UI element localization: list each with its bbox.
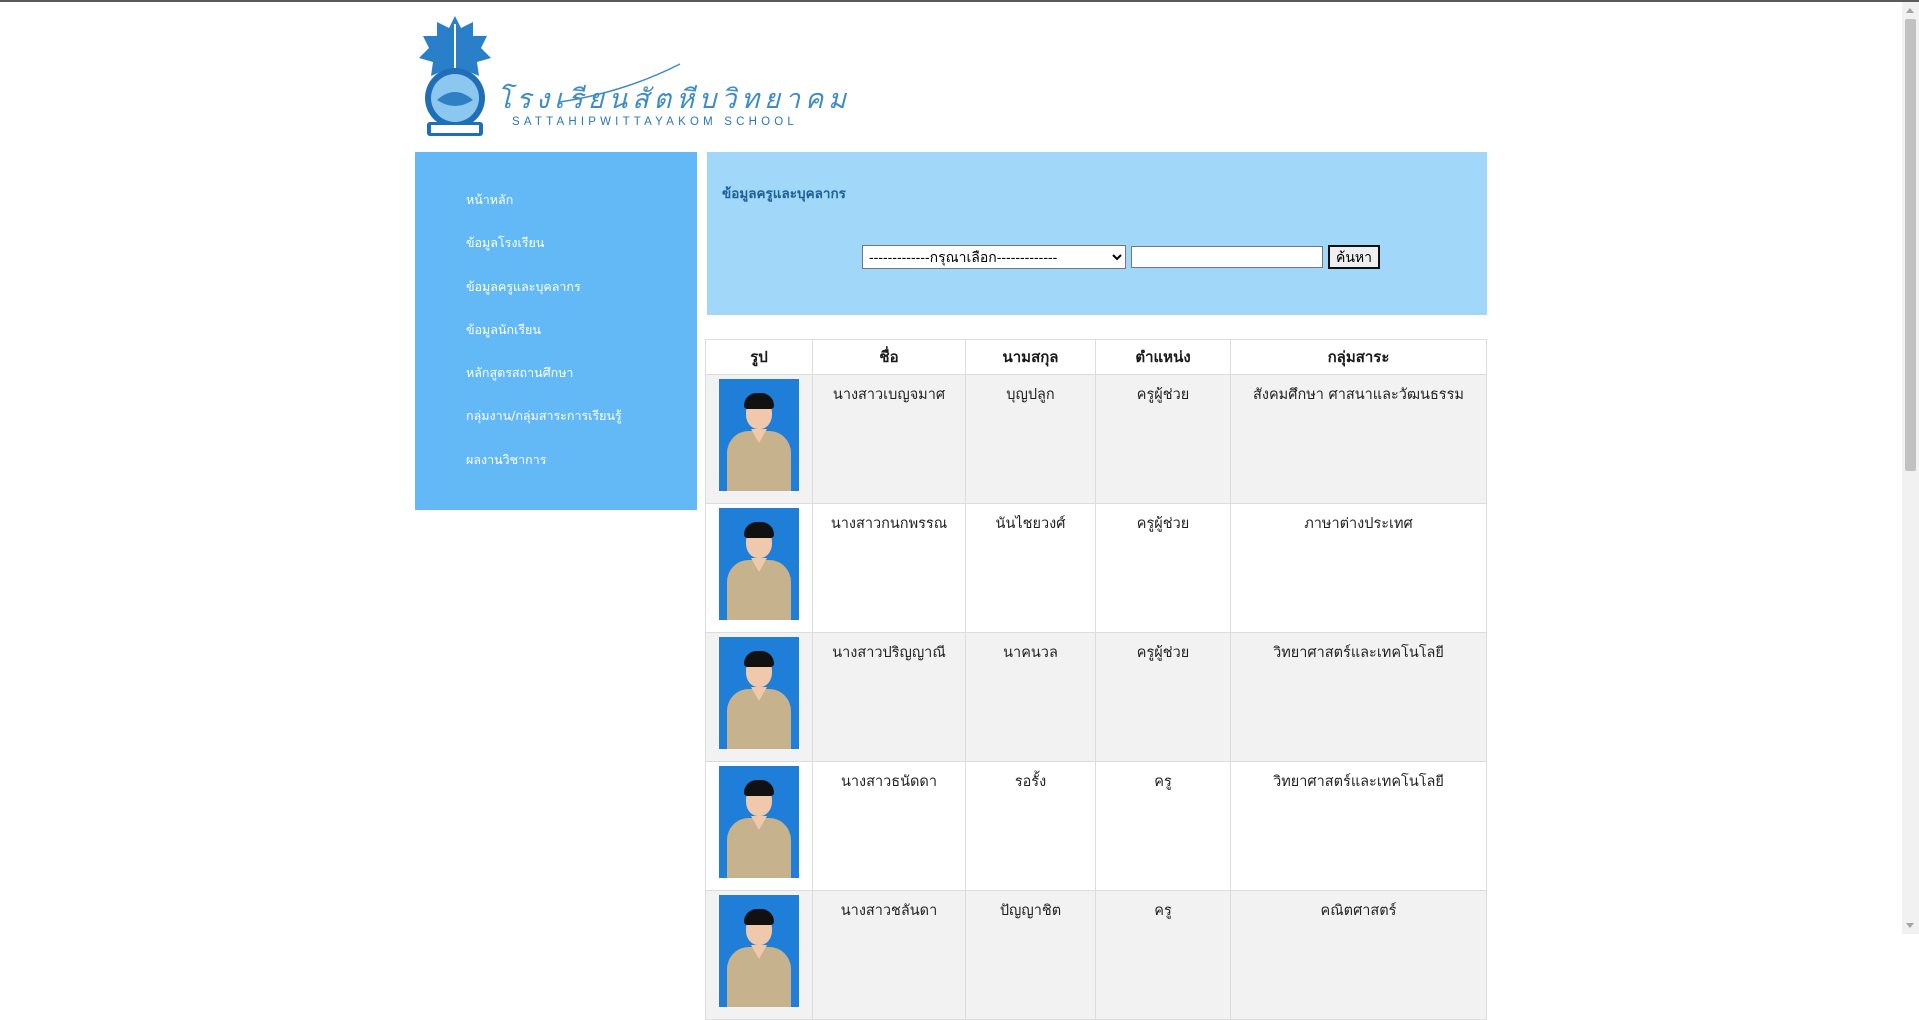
staff-photo	[719, 637, 799, 749]
subject-group-cell: ภาษาต่างประเทศ	[1230, 503, 1487, 633]
school-name-thai[interactable]: โรงเรียนสัตหีบวิทยาคม	[497, 77, 851, 120]
table-header-row: รูป ชื่อ นามสกุล ตำแหน่ง กลุ่มสาระ	[705, 339, 1487, 375]
sidebar-menu-list: หน้าหลัก ข้อมูลโรงเรียน ข้อมูลครูและบุคล…	[415, 152, 697, 493]
last-name-cell: บุญปลูก	[965, 374, 1096, 504]
table-row: นางสาวธนัดดา รอรั้ง ครู วิทยาศาสตร์และเท…	[705, 761, 1487, 891]
vertical-scrollbar[interactable]	[1902, 2, 1919, 934]
column-header-photo: รูป	[705, 339, 813, 375]
last-name-cell: นันไชยวงศ์	[965, 503, 1096, 633]
first-name-cell: นางสาวปริญญาณี	[812, 632, 966, 762]
site-header: โรงเรียนสัตหีบวิทยาคม SATTAHIPWITTAYAKOM…	[415, 2, 1487, 152]
position-cell: ครูผู้ช่วย	[1095, 374, 1231, 504]
last-name-cell: รอรั้ง	[965, 761, 1096, 891]
column-header-last-name: นามสกุล	[965, 339, 1096, 375]
page-container: โรงเรียนสัตหีบวิทยาคม SATTAHIPWITTAYAKOM…	[415, 2, 1487, 1020]
first-name-cell: นางสาวกนกพรรณ	[812, 503, 966, 633]
search-button[interactable]: ค้นหา	[1328, 245, 1381, 269]
scrollbar-thumb[interactable]	[1905, 19, 1916, 471]
first-name-cell: นางสาวเบญจมาศ	[812, 374, 966, 504]
staff-table-container: รูป ชื่อ นามสกุล ตำแหน่ง กลุ่มสาระ นางสา…	[705, 339, 1487, 1020]
group-select[interactable]: -------------กรุณาเลือก-------------	[862, 245, 1126, 269]
staff-photo	[719, 895, 799, 1007]
sidebar-item-student-info[interactable]: ข้อมูลนักเรียน	[466, 320, 697, 363]
staff-photo	[719, 379, 799, 491]
scroll-up-arrow-icon[interactable]	[1906, 8, 1914, 13]
school-name-english[interactable]: SATTAHIPWITTAYAKOM SCHOOL	[512, 116, 798, 128]
search-form: -------------กรุณาเลือก------------- ค้น…	[862, 245, 1381, 269]
sidebar-item-learning-groups[interactable]: กลุ่มงาน/กลุ่มสาระการเรียนรู้	[466, 406, 697, 449]
position-cell: ครูผู้ช่วย	[1095, 632, 1231, 762]
sidebar-item-school-info[interactable]: ข้อมูลโรงเรียน	[466, 233, 697, 276]
last-name-cell: ปัญญาชิต	[965, 890, 1096, 1020]
table-row: นางสาวกนกพรรณ นันไชยวงศ์ ครูผู้ช่วย ภาษา…	[705, 503, 1487, 633]
staff-photo	[719, 508, 799, 620]
staff-photo	[719, 766, 799, 878]
search-input[interactable]	[1131, 246, 1323, 268]
subject-group-cell: คณิตศาสตร์	[1230, 890, 1487, 1020]
photo-cell	[705, 503, 813, 633]
photo-cell	[705, 890, 813, 1020]
table-row: นางสาวเบญจมาศ บุญปลูก ครูผู้ช่วย สังคมศึ…	[705, 374, 1487, 504]
position-cell: ครูผู้ช่วย	[1095, 503, 1231, 633]
search-panel: ข้อมูลครูและบุคลากร -------------กรุณาเล…	[707, 152, 1487, 315]
subject-group-cell: วิทยาศาสตร์และเทคโนโลยี	[1230, 761, 1487, 891]
sidebar-item-curriculum[interactable]: หลักสูตรสถานศึกษา	[466, 363, 697, 406]
position-cell: ครู	[1095, 761, 1231, 891]
position-cell: ครู	[1095, 890, 1231, 1020]
photo-cell	[705, 632, 813, 762]
sidebar-menu: หน้าหลัก ข้อมูลโรงเรียน ข้อมูลครูและบุคล…	[415, 152, 697, 510]
sidebar-item-home[interactable]: หน้าหลัก	[466, 190, 697, 233]
table-row: นางสาวชลันดา ปัญญาชิต ครู คณิตศาสตร์	[705, 890, 1487, 1020]
photo-cell	[705, 374, 813, 504]
column-header-position: ตำแหน่ง	[1095, 339, 1231, 375]
first-name-cell: นางสาวธนัดดา	[812, 761, 966, 891]
subject-group-cell: วิทยาศาสตร์และเทคโนโลยี	[1230, 632, 1487, 762]
sidebar-item-staff-info[interactable]: ข้อมูลครูและบุคลากร	[466, 277, 697, 320]
column-header-subject-group: กลุ่มสาระ	[1230, 339, 1487, 375]
staff-table: รูป ชื่อ นามสกุล ตำแหน่ง กลุ่มสาระ นางสา…	[705, 339, 1487, 1020]
table-row: นางสาวปริญญาณี นาคนวล ครูผู้ช่วย วิทยาศา…	[705, 632, 1487, 762]
sidebar-item-academic-works[interactable]: ผลงานวิชาการ	[466, 450, 697, 493]
subject-group-cell: สังคมศึกษา ศาสนาและวัฒนธรรม	[1230, 374, 1487, 504]
column-header-first-name: ชื่อ	[812, 339, 966, 375]
scroll-down-arrow-icon[interactable]	[1906, 923, 1914, 928]
first-name-cell: นางสาวชลันดา	[812, 890, 966, 1020]
school-emblem-logo[interactable]	[415, 14, 495, 140]
photo-cell	[705, 761, 813, 891]
last-name-cell: นาคนวล	[965, 632, 1096, 762]
page-title: ข้อมูลครูและบุคลากร	[722, 186, 846, 202]
